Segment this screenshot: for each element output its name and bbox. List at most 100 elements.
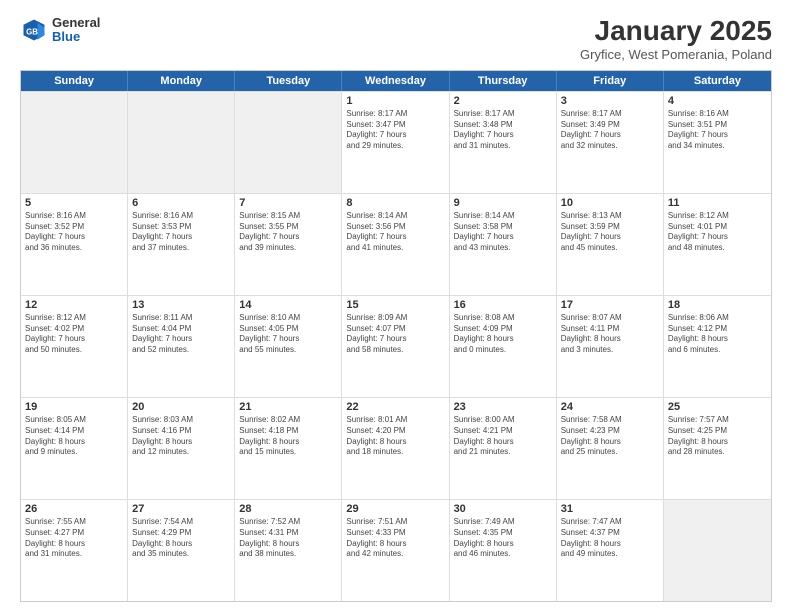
day-info: Sunrise: 8:07 AM Sunset: 4:11 PM Dayligh… bbox=[561, 313, 659, 356]
calendar-week-3: 12Sunrise: 8:12 AM Sunset: 4:02 PM Dayli… bbox=[21, 295, 771, 397]
day-number: 25 bbox=[668, 401, 767, 413]
day-info: Sunrise: 8:13 AM Sunset: 3:59 PM Dayligh… bbox=[561, 211, 659, 254]
day-info: Sunrise: 7:51 AM Sunset: 4:33 PM Dayligh… bbox=[346, 517, 444, 560]
day-info: Sunrise: 8:14 AM Sunset: 3:56 PM Dayligh… bbox=[346, 211, 444, 254]
day-number: 13 bbox=[132, 299, 230, 311]
calendar-header: SundayMondayTuesdayWednesdayThursdayFrid… bbox=[21, 71, 771, 91]
calendar-cell: 14 Sunrise: 8:10 AM Sunset: 4:05 PM Dayli… bbox=[235, 296, 342, 397]
day-info: Sunrise: 8:02 AM Sunset: 4:18 PM Dayligh… bbox=[239, 415, 337, 458]
calendar-cell: 18Sunrise: 8:06 AM Sunset: 4:12 PM Dayli… bbox=[664, 296, 771, 397]
day-info: Sunrise: 8:05 AM Sunset: 4:14 PM Dayligh… bbox=[25, 415, 123, 458]
day-info: Sunrise: 8:01 AM Sunset: 4:20 PM Dayligh… bbox=[346, 415, 444, 458]
logo: GB General Blue bbox=[20, 16, 100, 45]
logo-text: General Blue bbox=[52, 16, 100, 45]
header-day-thursday: Thursday bbox=[450, 71, 557, 91]
calendar-cell: 17 Sunrise: 8:07 AM Sunset: 4:11 PM Dayli… bbox=[557, 296, 664, 397]
day-info: Sunrise: 8:03 AM Sunset: 4:16 PM Dayligh… bbox=[132, 415, 230, 458]
header-day-sunday: Sunday bbox=[21, 71, 128, 91]
day-number: 18 bbox=[668, 299, 767, 311]
calendar-cell: 23 Sunrise: 8:00 AM Sunset: 4:21 PM Dayli… bbox=[450, 398, 557, 499]
day-number: 2 bbox=[454, 95, 552, 107]
calendar-cell: 30Sunrise: 7:49 AM Sunset: 4:35 PM Dayli… bbox=[450, 500, 557, 601]
day-info: Sunrise: 7:54 AM Sunset: 4:29 PM Dayligh… bbox=[132, 517, 230, 560]
day-number: 5 bbox=[25, 197, 123, 209]
day-info: Sunrise: 8:17 AM Sunset: 3:47 PM Dayligh… bbox=[346, 109, 444, 152]
day-info: Sunrise: 8:12 AM Sunset: 4:02 PM Dayligh… bbox=[25, 313, 123, 356]
day-number: 23 bbox=[454, 401, 552, 413]
calendar-cell: 9 Sunrise: 8:14 AM Sunset: 3:58 PM Daylig… bbox=[450, 194, 557, 295]
calendar-cell: 8 Sunrise: 8:14 AM Sunset: 3:56 PM Daylig… bbox=[342, 194, 449, 295]
calendar-subtitle: Gryfice, West Pomerania, Poland bbox=[580, 47, 772, 62]
day-number: 3 bbox=[561, 95, 659, 107]
calendar-cell: 13Sunrise: 8:11 AM Sunset: 4:04 PM Dayli… bbox=[128, 296, 235, 397]
day-number: 11 bbox=[668, 197, 767, 209]
day-number: 28 bbox=[239, 503, 337, 515]
day-number: 26 bbox=[25, 503, 123, 515]
calendar-week-5: 26 Sunrise: 7:55 AM Sunset: 4:27 PM Dayli… bbox=[21, 499, 771, 601]
page: GB General Blue January 2025 Gryfice, We… bbox=[0, 0, 792, 612]
calendar-cell: 28Sunrise: 7:52 AM Sunset: 4:31 PM Dayli… bbox=[235, 500, 342, 601]
calendar-cell: 10 Sunrise: 8:13 AM Sunset: 3:59 PM Dayli… bbox=[557, 194, 664, 295]
day-info: Sunrise: 8:08 AM Sunset: 4:09 PM Dayligh… bbox=[454, 313, 552, 356]
day-info: Sunrise: 8:14 AM Sunset: 3:58 PM Dayligh… bbox=[454, 211, 552, 254]
calendar-cell: 2Sunrise: 8:17 AM Sunset: 3:48 PM Daylig… bbox=[450, 92, 557, 193]
calendar-cell: 5 Sunrise: 8:16 AM Sunset: 3:52 PM Daylig… bbox=[21, 194, 128, 295]
day-number: 31 bbox=[561, 503, 659, 515]
day-number: 10 bbox=[561, 197, 659, 209]
calendar-cell: 3 Sunrise: 8:17 AM Sunset: 3:49 PM Daylig… bbox=[557, 92, 664, 193]
day-number: 19 bbox=[25, 401, 123, 413]
svg-text:GB: GB bbox=[26, 28, 38, 37]
calendar-cell: 16 Sunrise: 8:08 AM Sunset: 4:09 PM Dayli… bbox=[450, 296, 557, 397]
calendar-cell: 26 Sunrise: 7:55 AM Sunset: 4:27 PM Dayli… bbox=[21, 500, 128, 601]
day-number: 20 bbox=[132, 401, 230, 413]
calendar-week-2: 5 Sunrise: 8:16 AM Sunset: 3:52 PM Daylig… bbox=[21, 193, 771, 295]
day-number: 16 bbox=[454, 299, 552, 311]
calendar-cell: 21 Sunrise: 8:02 AM Sunset: 4:18 PM Dayli… bbox=[235, 398, 342, 499]
calendar-cell: 4Sunrise: 8:16 AM Sunset: 3:51 PM Daylig… bbox=[664, 92, 771, 193]
day-number: 24 bbox=[561, 401, 659, 413]
title-block: January 2025 Gryfice, West Pomerania, Po… bbox=[580, 16, 772, 62]
header-day-wednesday: Wednesday bbox=[342, 71, 449, 91]
calendar-cell: 25 Sunrise: 7:57 AM Sunset: 4:25 PM Dayli… bbox=[664, 398, 771, 499]
calendar-cell bbox=[21, 92, 128, 193]
calendar-cell: 11Sunrise: 8:12 AM Sunset: 4:01 PM Dayli… bbox=[664, 194, 771, 295]
calendar-title: January 2025 bbox=[580, 16, 772, 47]
day-number: 14 bbox=[239, 299, 337, 311]
header-day-monday: Monday bbox=[128, 71, 235, 91]
calendar-cell: 6 Sunrise: 8:16 AM Sunset: 3:53 PM Daylig… bbox=[128, 194, 235, 295]
calendar-cell: 27 Sunrise: 7:54 AM Sunset: 4:29 PM Dayli… bbox=[128, 500, 235, 601]
day-number: 6 bbox=[132, 197, 230, 209]
calendar-cell bbox=[235, 92, 342, 193]
calendar-week-1: 1 Sunrise: 8:17 AM Sunset: 3:47 PM Daylig… bbox=[21, 91, 771, 193]
day-number: 27 bbox=[132, 503, 230, 515]
day-info: Sunrise: 8:16 AM Sunset: 3:51 PM Dayligh… bbox=[668, 109, 767, 152]
day-number: 21 bbox=[239, 401, 337, 413]
day-number: 29 bbox=[346, 503, 444, 515]
day-number: 1 bbox=[346, 95, 444, 107]
day-number: 7 bbox=[239, 197, 337, 209]
calendar-cell: 7 Sunrise: 8:15 AM Sunset: 3:55 PM Daylig… bbox=[235, 194, 342, 295]
day-number: 8 bbox=[346, 197, 444, 209]
day-number: 17 bbox=[561, 299, 659, 311]
header: GB General Blue January 2025 Gryfice, We… bbox=[20, 16, 772, 62]
day-info: Sunrise: 8:10 AM Sunset: 4:05 PM Dayligh… bbox=[239, 313, 337, 356]
calendar-cell: 19 Sunrise: 8:05 AM Sunset: 4:14 PM Dayli… bbox=[21, 398, 128, 499]
day-number: 30 bbox=[454, 503, 552, 515]
day-info: Sunrise: 8:00 AM Sunset: 4:21 PM Dayligh… bbox=[454, 415, 552, 458]
day-info: Sunrise: 7:57 AM Sunset: 4:25 PM Dayligh… bbox=[668, 415, 767, 458]
day-info: Sunrise: 8:16 AM Sunset: 3:52 PM Dayligh… bbox=[25, 211, 123, 254]
day-info: Sunrise: 8:16 AM Sunset: 3:53 PM Dayligh… bbox=[132, 211, 230, 254]
day-number: 9 bbox=[454, 197, 552, 209]
day-number: 15 bbox=[346, 299, 444, 311]
day-info: Sunrise: 8:15 AM Sunset: 3:55 PM Dayligh… bbox=[239, 211, 337, 254]
calendar-cell: 24Sunrise: 7:58 AM Sunset: 4:23 PM Dayli… bbox=[557, 398, 664, 499]
logo-general: General bbox=[52, 16, 100, 30]
calendar-cell: 22Sunrise: 8:01 AM Sunset: 4:20 PM Dayli… bbox=[342, 398, 449, 499]
day-info: Sunrise: 8:17 AM Sunset: 3:49 PM Dayligh… bbox=[561, 109, 659, 152]
calendar-cell bbox=[664, 500, 771, 601]
calendar-cell: 20 Sunrise: 8:03 AM Sunset: 4:16 PM Dayli… bbox=[128, 398, 235, 499]
header-day-saturday: Saturday bbox=[664, 71, 771, 91]
logo-blue: Blue bbox=[52, 30, 100, 44]
day-info: Sunrise: 7:47 AM Sunset: 4:37 PM Dayligh… bbox=[561, 517, 659, 560]
day-info: Sunrise: 7:55 AM Sunset: 4:27 PM Dayligh… bbox=[25, 517, 123, 560]
